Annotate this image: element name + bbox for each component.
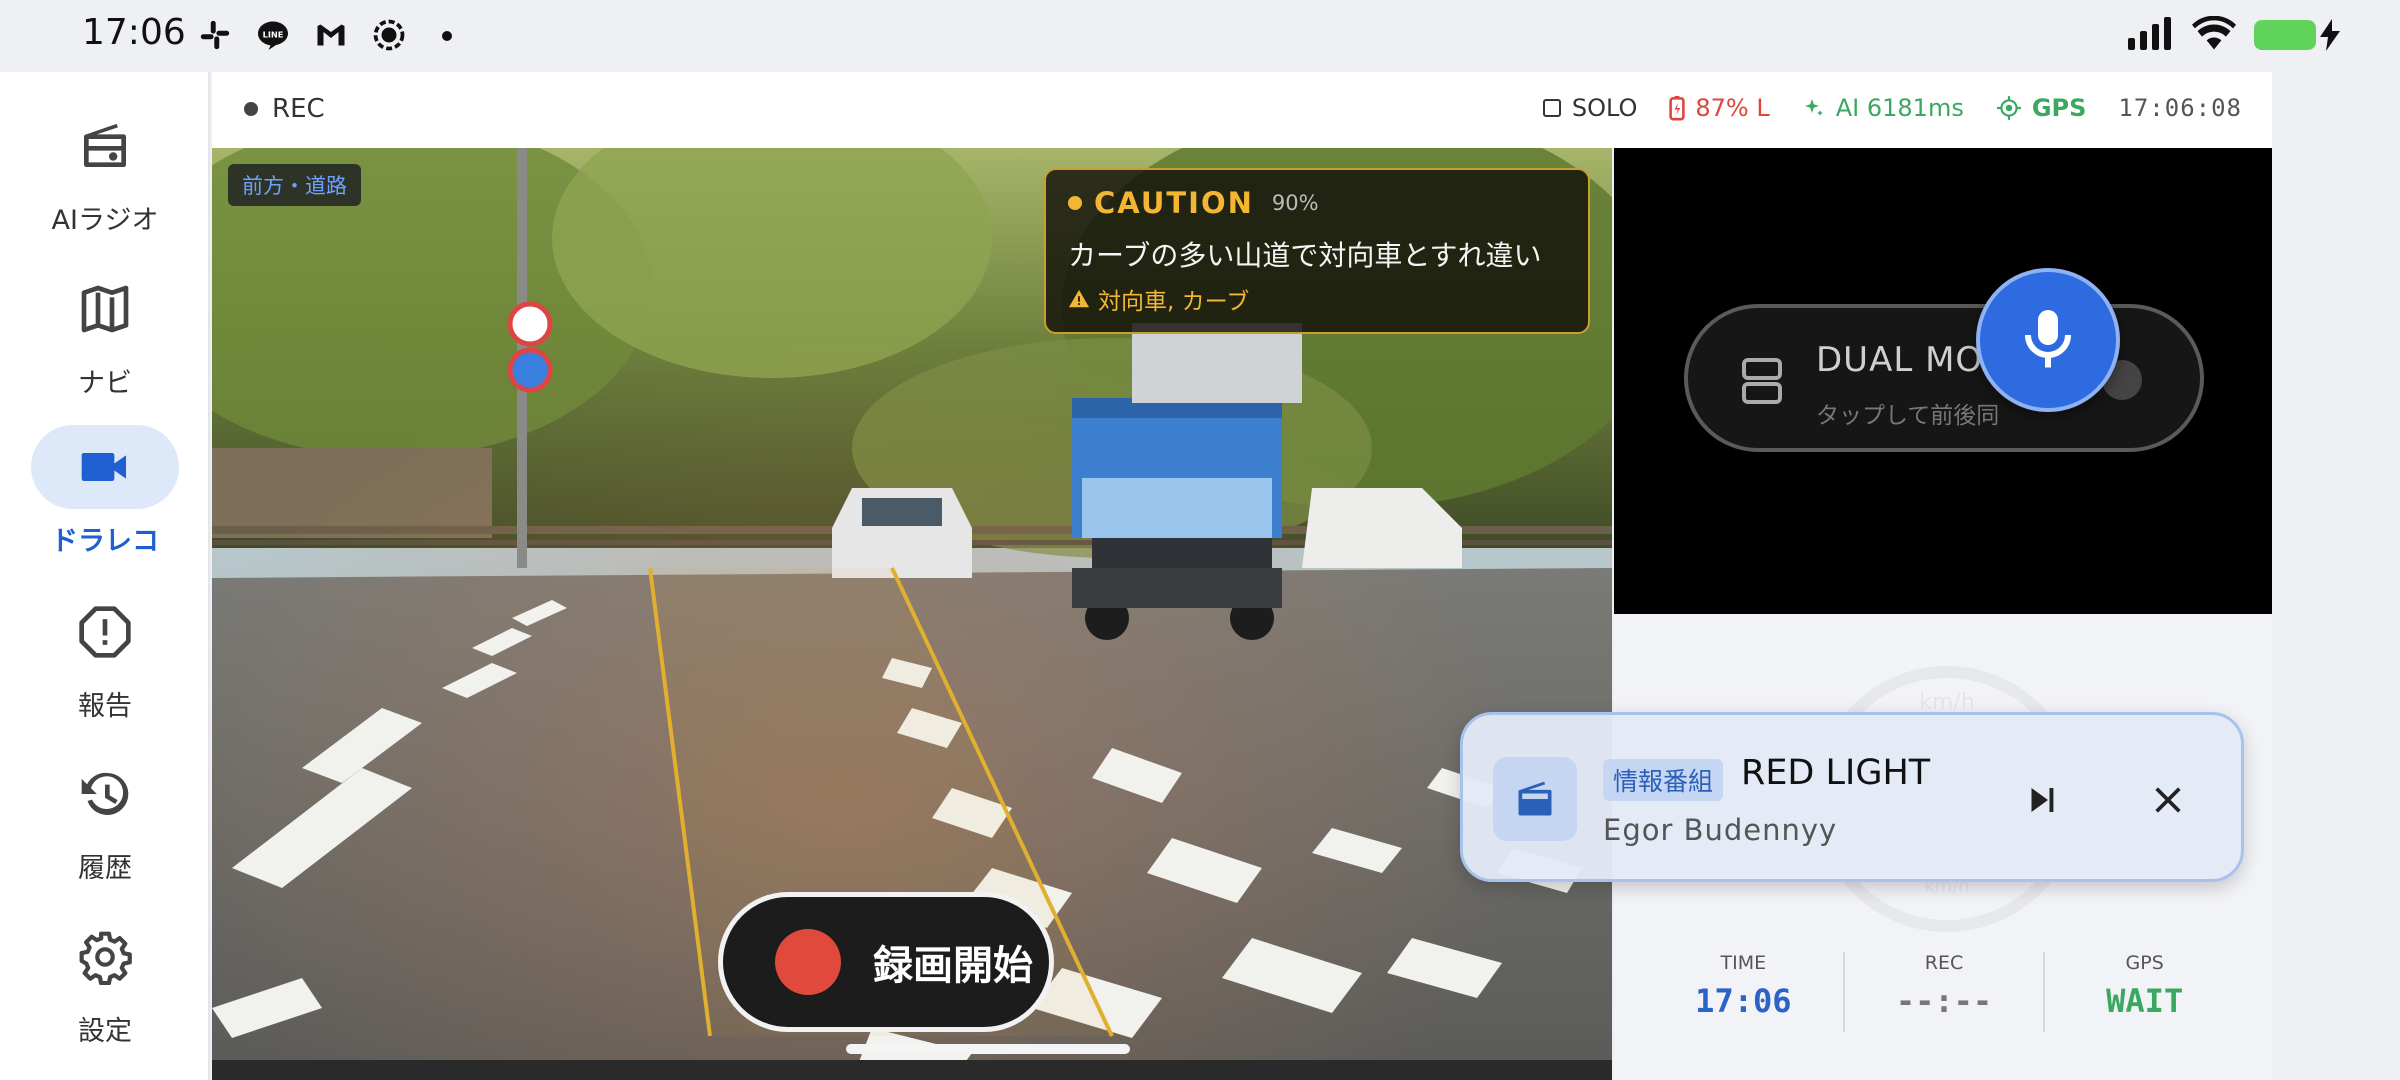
nav-item-report[interactable]: 報告 (0, 590, 210, 723)
sparkle-icon (1804, 99, 1823, 116)
caution-confidence: 90% (1271, 191, 1319, 215)
gps-label: GPS (2031, 94, 2087, 122)
battery-charging-icon (2254, 19, 2340, 51)
wifi-icon (2192, 15, 2236, 54)
rec-dot-icon (244, 102, 258, 116)
map-icon (31, 267, 179, 351)
gps-status: GPS (1996, 94, 2087, 122)
nav-label: 履歴 (78, 853, 132, 884)
rec-indicator: REC (244, 94, 325, 124)
history-icon (31, 752, 179, 836)
mic-icon (2025, 310, 2071, 368)
system-status-bar: 17:06 LINE (0, 0, 2400, 72)
track-title: RED LIGHT (1741, 753, 1931, 793)
radio-icon (1493, 757, 1577, 841)
skip-next-icon (2031, 788, 2054, 812)
stat-gps: GPS WAIT (2045, 952, 2244, 1032)
skip-next-button[interactable] (2017, 775, 2067, 825)
caution-hazards: 対向車, カーブ (1068, 282, 1566, 316)
caution-alert-card[interactable]: CAUTION 90% カーブの多い山道で対向車とすれ違い 対向車, カーブ (1044, 168, 1590, 334)
trip-stats: TIME 17:06 REC --:-- GPS WAIT (1644, 952, 2244, 1032)
nav-label: 設定 (78, 1016, 132, 1047)
gear-icon (31, 915, 179, 999)
warning-icon (1068, 289, 1090, 308)
close-icon (2155, 787, 2181, 813)
nav-label: ドラレコ (51, 526, 159, 557)
battery-status: 87% L (1669, 94, 1770, 122)
caution-dot-icon (1068, 196, 1082, 210)
nav-rail: AIラジオ ナビ ドラレコ 報告 履歴 設定 (0, 72, 210, 1080)
dual-mode-subtitle: タップして前後同 (1816, 403, 2000, 429)
camera-source-tag: 前方・道路 (228, 164, 361, 206)
record-button-label: 録画開始 (873, 943, 1033, 989)
record-dot-icon (775, 929, 841, 995)
nav-item-dashcam[interactable]: ドラレコ (0, 425, 210, 558)
split-view-icon (1742, 358, 1782, 404)
nav-item-history[interactable]: 履歴 (0, 752, 210, 885)
stat-rec: REC --:-- (1845, 952, 2046, 1032)
track-artist: Egor Budennyy (1603, 813, 1838, 847)
stat-value: WAIT (2106, 982, 2184, 1020)
caution-message: カーブの多い山道で対向車とすれ違い (1068, 239, 1542, 272)
svg-text:LINE: LINE (263, 29, 284, 39)
rear-camera-panel: DUAL MO タップして前後同 (1614, 148, 2272, 614)
screen-record-icon (370, 16, 408, 54)
stat-value: --:-- (1895, 982, 1993, 1020)
more-notifications-dot (442, 31, 452, 41)
stat-label: REC (1924, 952, 1964, 974)
stat-value: 17:06 (1695, 982, 1792, 1020)
app-clock: 17:06:08 (2118, 94, 2242, 122)
stat-label: GPS (2125, 952, 2164, 974)
app-top-bar: REC SOLO 87% L AI 6181ms GPS 17:06:08 (212, 72, 2272, 148)
start-recording-button[interactable]: 録画開始 (718, 892, 1054, 1032)
caution-title: CAUTION (1094, 186, 1254, 220)
hazard-list: 対向車, カーブ (1098, 289, 1250, 315)
voice-input-button[interactable] (1976, 268, 2120, 412)
gps-fixed-icon (1996, 96, 2021, 120)
nav-item-navi[interactable]: ナビ (0, 267, 210, 400)
videocam-icon (31, 425, 179, 509)
nav-item-settings[interactable]: 設定 (0, 915, 210, 1048)
close-player-button[interactable] (2143, 775, 2193, 825)
battery-low-icon (1669, 96, 1686, 121)
nav-label: AIラジオ (51, 205, 159, 236)
solo-mode-chip[interactable]: SOLO (1542, 94, 1638, 122)
ai-label: AI 6181ms (1835, 94, 1964, 122)
radio-mini-player[interactable]: 情報番組 RED LIGHT Egor Budennyy (1460, 712, 2244, 882)
nav-label: 報告 (78, 691, 132, 722)
radio-icon (31, 104, 179, 188)
dual-mode-title: DUAL MO (1816, 340, 1984, 380)
ai-latency-status: AI 6181ms (1802, 94, 1964, 122)
rec-label: REC (272, 94, 325, 124)
camera-preview[interactable]: 前方・道路 CAUTION 90% カーブの多い山道で対向車とすれ違い 対向車,… (212, 148, 1612, 1080)
program-genre-badge: 情報番組 (1603, 759, 1724, 801)
dual-mode-toggle[interactable]: DUAL MO タップして前後同 (1684, 304, 2204, 452)
gesture-home-bar[interactable] (846, 1044, 1130, 1054)
signal-icon (2126, 16, 2174, 54)
nav-label: ナビ (78, 368, 132, 399)
gmail-icon (312, 16, 350, 54)
alert-icon (31, 590, 179, 674)
stat-time: TIME 17:06 (1644, 952, 1845, 1032)
solo-label: SOLO (1571, 94, 1638, 122)
stat-label: TIME (1720, 952, 1767, 974)
square-icon (1542, 99, 1561, 117)
nav-item-ai-radio[interactable]: AIラジオ (0, 104, 210, 237)
line-icon: LINE (254, 16, 292, 54)
battery-label: 87% L (1695, 94, 1770, 122)
slack-icon (196, 16, 234, 54)
system-clock: 17:06 (82, 12, 186, 53)
